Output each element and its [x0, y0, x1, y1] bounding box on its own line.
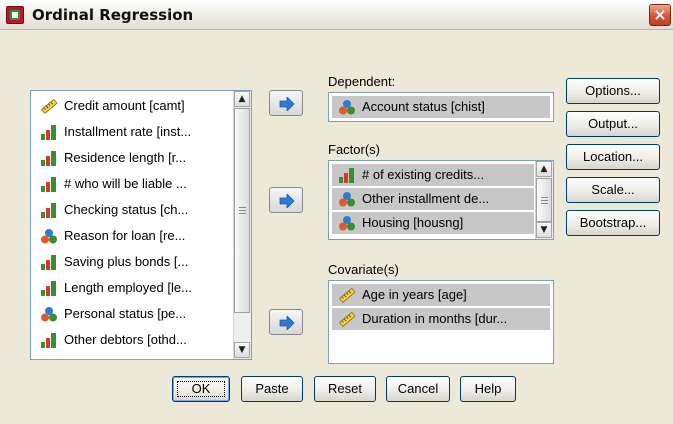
covariate-item[interactable]: Age in years [age]	[332, 284, 550, 306]
dependent-item[interactable]: Account status [chist]	[332, 96, 550, 118]
options-button[interactable]: Options...	[566, 78, 660, 104]
ruler-icon	[338, 311, 356, 328]
variable-list-item[interactable]: Credit amount [camt]	[34, 95, 232, 117]
dependent-label: Dependent:	[328, 74, 396, 89]
scroll-up-button[interactable]: ▲	[234, 91, 250, 107]
covariates-label: Covariate(s)	[328, 262, 399, 277]
scroll-thumb[interactable]	[234, 108, 250, 313]
variable-list-item[interactable]: Personal status [pe...	[34, 303, 232, 325]
nominal-circles-icon	[40, 228, 58, 244]
ordinal-bars-icon	[338, 167, 356, 183]
covariates-list[interactable]: Age in years [age] Duration in months [du…	[328, 280, 554, 364]
ordinal-bars-icon	[40, 202, 58, 218]
nominal-circles-icon	[338, 99, 356, 115]
output-button[interactable]: Output...	[566, 111, 660, 137]
nominal-circles-icon	[338, 191, 356, 207]
ruler-icon	[40, 98, 58, 115]
variable-list-item[interactable]: Residence length [r...	[34, 147, 232, 169]
ordinal-bars-icon	[40, 280, 58, 296]
scroll-up-button[interactable]: ▲	[536, 161, 552, 177]
cancel-button[interactable]: Cancel	[386, 376, 450, 402]
variable-list-item[interactable]: Other debtors [othd...	[34, 329, 232, 351]
variable-label: Other debtors [othd...	[64, 332, 187, 347]
right-arrow-icon	[279, 97, 295, 111]
dependent-field[interactable]: Account status [chist]	[328, 92, 554, 122]
factor-item-label: Housing [housng]	[362, 215, 464, 230]
ordinal-bars-icon	[40, 124, 58, 140]
location-button[interactable]: Location...	[566, 144, 660, 170]
variable-label: Personal status [pe...	[64, 306, 187, 321]
paste-button[interactable]: Paste	[241, 376, 303, 402]
variable-list-scrollbar[interactable]: ▲ ▼	[233, 91, 251, 359]
app-icon	[6, 6, 24, 24]
nominal-circles-icon	[40, 306, 58, 322]
factor-item-label: Other installment de...	[362, 191, 490, 206]
nominal-circles-icon	[338, 215, 356, 231]
ok-button[interactable]: OK	[172, 376, 230, 402]
ordinal-bars-icon	[40, 332, 58, 348]
help-button[interactable]: Help	[460, 376, 516, 402]
factor-item[interactable]: # of existing credits...	[332, 164, 534, 186]
variable-label: Checking status [ch...	[64, 202, 189, 217]
bootstrap-button[interactable]: Bootstrap...	[566, 210, 660, 236]
move-to-factors-button[interactable]	[269, 187, 303, 213]
title-bar[interactable]: Ordinal Regression ×	[0, 0, 673, 30]
variable-list[interactable]: Credit amount [camt] Installment rate [in…	[30, 90, 252, 360]
factor-item[interactable]: Other installment de...	[332, 188, 534, 210]
variable-list-item[interactable]: Installment rate [inst...	[34, 121, 232, 143]
factors-label: Factor(s)	[328, 142, 380, 157]
scroll-thumb[interactable]	[536, 178, 552, 222]
window-title: Ordinal Regression	[32, 6, 194, 24]
factors-list[interactable]: # of existing credits... Other installmen…	[328, 160, 554, 240]
dialog-window: Ordinal Regression × Credit amount [camt…	[0, 0, 673, 424]
covariate-item-label: Age in years [age]	[362, 287, 467, 302]
variable-list-item[interactable]: Saving plus bonds [...	[34, 251, 232, 273]
factor-item-label: # of existing credits...	[362, 167, 485, 182]
right-arrow-icon	[279, 194, 295, 208]
covariate-item-label: Duration in months [dur...	[362, 311, 508, 326]
reset-button[interactable]: Reset	[314, 376, 376, 402]
variable-label: Credit amount [camt]	[64, 98, 185, 113]
dependent-value: Account status [chist]	[362, 99, 485, 114]
dialog-body: Credit amount [camt] Installment rate [in…	[4, 32, 669, 420]
move-to-dependent-button[interactable]	[269, 90, 303, 116]
factor-item[interactable]: Housing [housng]	[332, 212, 534, 234]
move-to-covariates-button[interactable]	[269, 309, 303, 335]
variable-label: Installment rate [inst...	[64, 124, 192, 139]
ordinal-bars-icon	[40, 150, 58, 166]
covariate-item[interactable]: Duration in months [dur...	[332, 308, 550, 330]
close-button[interactable]: ×	[649, 4, 671, 26]
variable-label: Reason for loan [re...	[64, 228, 186, 243]
variable-label: # who will be liable ...	[64, 176, 187, 191]
variable-list-item[interactable]: Reason for loan [re...	[34, 225, 232, 247]
ruler-icon	[338, 287, 356, 304]
variable-list-item[interactable]: # who will be liable ...	[34, 173, 232, 195]
right-arrow-icon	[279, 316, 295, 330]
factors-list-scrollbar[interactable]: ▲ ▼	[535, 161, 553, 239]
variable-label: Saving plus bonds [...	[64, 254, 189, 269]
ordinal-bars-icon	[40, 254, 58, 270]
scroll-down-button[interactable]: ▼	[536, 222, 552, 238]
variable-label: Length employed [le...	[64, 280, 192, 295]
variable-label: Residence length [r...	[64, 150, 187, 165]
variable-list-item[interactable]: Checking status [ch...	[34, 199, 232, 221]
variable-list-item[interactable]: Length employed [le...	[34, 277, 232, 299]
scroll-down-button[interactable]: ▼	[234, 342, 250, 358]
scale-button[interactable]: Scale...	[566, 177, 660, 203]
ordinal-bars-icon	[40, 176, 58, 192]
